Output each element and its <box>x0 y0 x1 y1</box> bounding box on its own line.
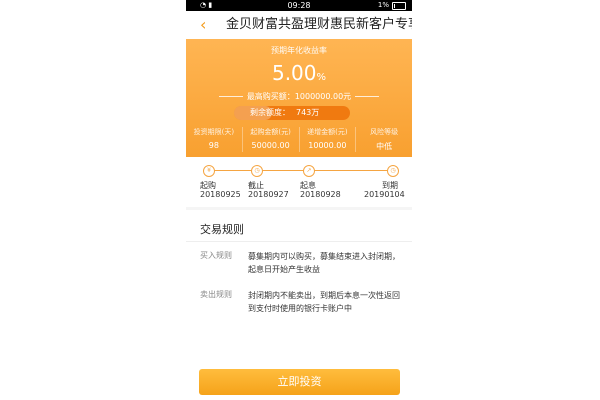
rate-value-wrap: 5.00% <box>186 61 412 85</box>
stat-label: 递增金额(元) <box>307 128 348 136</box>
phone-screen: ◔ ▮ 09:28 1% ‹ 金贝财富共盈理财惠民新客户专享-18 预期年化收益… <box>186 0 412 400</box>
page-title: 金贝财富共盈理财惠民新客户专享-18 <box>226 17 412 32</box>
stat-label: 风险等级 <box>370 128 399 136</box>
nav-bar: ‹ 金贝财富共盈理财惠民新客户专享-18 <box>186 11 412 39</box>
product-summary: 预期年化收益率 5.00% 最高购买额：1000000.00元 剩余额度： 74… <box>186 39 412 157</box>
stat-value: 50000.00 <box>251 141 290 150</box>
bottom-bar: 立即投资 <box>186 362 412 400</box>
trading-rules: 交易规则 买入规则 募集期内可以购买，募集结束进入封闭期，起息日开始产生收益 卖… <box>186 210 412 362</box>
timeline-date: 20180927 <box>248 190 289 199</box>
status-bar: ◔ ▮ 09:28 1% <box>186 0 412 11</box>
divider-line <box>218 96 243 97</box>
stat-value: 中低 <box>376 142 393 151</box>
sell-rule-text: 封闭期内不能卖出，到期后本息一次性返回到支付时使用的银行卡账户中 <box>248 291 400 313</box>
timeline-date: 20180925 <box>200 190 241 199</box>
rate-value: 5.00 <box>271 61 317 85</box>
coin-icon: ¥ <box>203 165 215 177</box>
buy-rule-label: 买入规则 <box>200 251 232 260</box>
stat-value: 98 <box>208 141 219 150</box>
stat-label: 起购金额(元) <box>250 128 291 136</box>
stat-value: 10000.00 <box>308 141 347 150</box>
stat-risk-level: 风险等级 中低 <box>356 127 412 152</box>
trend-icon: ↗ <box>303 165 315 177</box>
stat-label: 投资期限(天) <box>193 128 235 136</box>
stat-min-amount: 起购金额(元) 50000.00 <box>243 127 300 152</box>
battery-percent: 1% <box>377 1 389 9</box>
divider <box>186 241 412 242</box>
sell-rule-label: 卖出规则 <box>200 290 232 299</box>
timeline-date: 20190104 <box>364 190 405 199</box>
timeline-line <box>208 170 392 171</box>
max-buy-text: 最高购买额：1000000.00元 <box>246 92 352 101</box>
rate-label: 预期年化收益率 <box>271 46 327 55</box>
product-stats: 投资期限(天) 98 起购金额(元) 50000.00 递增金额(元) 1000… <box>186 127 412 152</box>
max-buy-row: 最高购买额：1000000.00元 <box>186 91 412 102</box>
back-chevron-icon[interactable]: ‹ <box>200 14 206 36</box>
divider-line <box>355 96 380 97</box>
rate-unit: % <box>316 72 327 83</box>
clock-icon: ◷ <box>251 165 263 177</box>
product-timeline: ¥ 起购 20180925 ◷ 截止 20180927 ↗ 起息 2018092… <box>186 157 412 207</box>
stat-increment: 递增金额(元) 10000.00 <box>300 127 357 152</box>
section-title: 交易规则 <box>200 223 244 236</box>
timeline-date: 20180928 <box>300 190 341 199</box>
invest-now-button[interactable]: 立即投资 <box>199 369 400 395</box>
buy-rule-text: 募集期内可以购买，募集结束进入封闭期，起息日开始产生收益 <box>248 252 400 274</box>
stat-term: 投资期限(天) 98 <box>186 127 243 152</box>
battery-icon <box>392 1 406 10</box>
quota-label: 剩余额度： <box>250 108 290 117</box>
quota-value: 743万 <box>296 108 320 117</box>
clock-icon: ◷ <box>387 165 399 177</box>
remaining-quota-pill: 剩余额度： 743万 <box>234 106 350 120</box>
